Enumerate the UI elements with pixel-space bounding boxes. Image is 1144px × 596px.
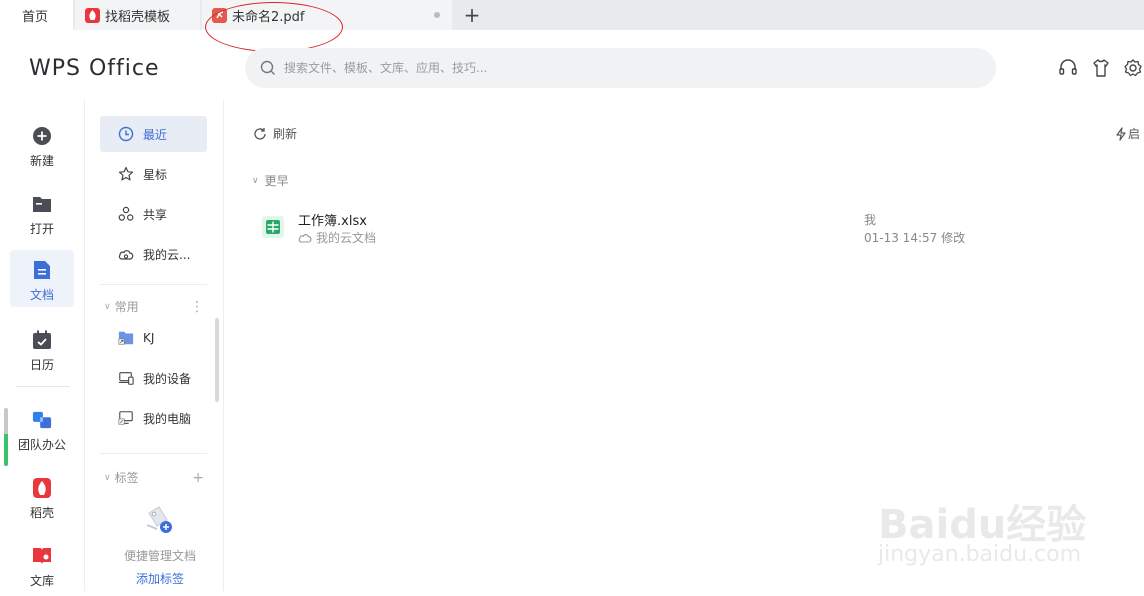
shortcut-folder-icon [118, 330, 134, 346]
add-tag-link[interactable]: 添加标签 [110, 570, 210, 587]
skin-shirt-icon[interactable] [1091, 58, 1111, 78]
nav-divider-line [84, 100, 85, 591]
nav-team-office[interactable]: 团队办公 [10, 400, 74, 460]
search-bar[interactable] [245, 48, 996, 88]
calendar-icon [32, 330, 52, 350]
common-section-header[interactable]: ∨ 常用 ⋮ [104, 298, 204, 315]
clock-icon [118, 126, 134, 142]
sub-shared-label: 共享 [143, 207, 168, 222]
refresh-icon [254, 127, 266, 140]
nav-team-office-label: 团队办公 [17, 438, 66, 452]
tab-bar: 首页 找稻壳模板 未命名2.pdf + [0, 0, 1144, 30]
tab-close-dot-icon[interactable] [434, 12, 440, 18]
tab-docer-label: 找稻壳模板 [105, 9, 171, 25]
lightning-icon [1116, 126, 1126, 141]
common-item-my-computer-label: 我的电脑 [143, 411, 192, 426]
tab-home[interactable]: 首页 [0, 0, 73, 30]
sub-shared[interactable]: 共享 [100, 196, 207, 232]
tab-docer-templates[interactable]: 找稻壳模板 [75, 0, 200, 30]
sub-divider [100, 284, 207, 285]
file-location-label: 我的云文档 [316, 231, 377, 245]
nav-scrollbar[interactable] [4, 408, 8, 466]
subnav-divider-line [223, 100, 224, 591]
common-item-kj[interactable]: KJ [100, 320, 207, 356]
nav-library[interactable]: 文库 [10, 536, 74, 596]
common-item-my-devices[interactable]: 我的设备 [100, 360, 207, 396]
sub-my-cloud[interactable]: 我的云... [100, 236, 207, 272]
library-book-icon [32, 546, 52, 566]
common-item-my-devices-label: 我的设备 [143, 371, 192, 386]
docer-shell-icon [32, 478, 52, 498]
search-icon [260, 60, 275, 75]
group-earlier-label: 更早 [264, 174, 289, 188]
nav-calendar[interactable]: 日历 [10, 320, 74, 380]
team-office-icon [32, 410, 52, 430]
computer-shortcut-icon [118, 410, 134, 426]
refresh-button[interactable]: 刷新 [253, 125, 297, 142]
nav-documents[interactable]: 文档 [10, 250, 74, 307]
group-header-earlier[interactable]: ∨ 更早 [252, 172, 289, 189]
refresh-label: 刷新 [273, 127, 298, 141]
tab-pdf-document[interactable]: 未命名2.pdf [202, 0, 452, 30]
plus-circle-icon [32, 126, 52, 146]
baidu-watermark: Baidu经验 jingyan.baidu.com [872, 490, 1092, 580]
nav-open[interactable]: 打开 [10, 184, 74, 244]
file-row[interactable]: 工作簿.xlsx 我的云文档 我 01-13 14:57 修改 [248, 204, 1138, 252]
tab-home-label: 首页 [22, 9, 49, 25]
quick-launch-label: 启 [1128, 127, 1141, 141]
cloud-icon [118, 246, 134, 262]
sub-divider [100, 453, 207, 454]
nav-divider [16, 386, 70, 387]
common-item-kj-label: KJ [143, 331, 155, 345]
sub-recent[interactable]: 最近 [100, 116, 207, 152]
spreadsheet-file-icon [262, 216, 284, 238]
nav-new[interactable]: 新建 [10, 116, 74, 176]
chevron-down-icon: ∨ [252, 175, 259, 186]
file-modified-time: 01-13 14:57 修改 [864, 231, 966, 245]
headset-icon[interactable] [1058, 58, 1078, 78]
file-owner: 我 [864, 213, 877, 227]
tags-header-label: 标签 [114, 471, 139, 485]
sub-recent-label: 最近 [143, 127, 168, 142]
add-tag-plus-icon[interactable]: + [192, 470, 204, 486]
tags-empty-state: 便捷管理文档 添加标签 [110, 505, 210, 587]
nav-calendar-label: 日历 [29, 358, 54, 372]
nav-open-label: 打开 [29, 222, 54, 236]
common-item-my-computer[interactable]: 我的电脑 [100, 400, 207, 436]
docer-icon [85, 7, 100, 23]
wps-logo: WPS Office [29, 56, 160, 81]
sub-starred-label: 星标 [143, 167, 168, 182]
sub-scrollbar[interactable] [215, 318, 219, 402]
tags-section-header[interactable]: ∨ 标签 + [104, 469, 204, 486]
nav-docer[interactable]: 稻壳 [10, 468, 74, 528]
sub-my-cloud-label: 我的云... [143, 247, 191, 262]
common-header-label: 常用 [114, 300, 139, 314]
pdf-icon [212, 7, 227, 23]
more-vertical-icon[interactable]: ⋮ [190, 299, 204, 315]
tab-pdf-label: 未命名2.pdf [232, 9, 305, 25]
new-tab-button[interactable]: + [462, 4, 482, 26]
watermark-site: jingyan.baidu.com [878, 542, 1082, 567]
star-icon [118, 166, 134, 182]
quick-launch-button[interactable]: 启 [1114, 125, 1140, 142]
chevron-down-icon: ∨ [104, 472, 111, 483]
file-location: 我的云文档 [298, 229, 376, 246]
folder-icon [32, 194, 52, 214]
nav-documents-label: 文档 [29, 288, 54, 302]
document-icon [32, 260, 52, 280]
cloud-small-icon [298, 234, 312, 243]
tags-empty-text: 便捷管理文档 [123, 549, 196, 563]
nav-new-label: 新建 [29, 154, 54, 168]
devices-icon [118, 370, 134, 386]
sub-starred[interactable]: 星标 [100, 156, 207, 192]
file-name[interactable]: 工作簿.xlsx [298, 210, 367, 229]
nav-docer-label: 稻壳 [29, 506, 54, 520]
share-nodes-icon [118, 206, 134, 222]
tag-illustration-icon [146, 506, 172, 533]
nav-library-label: 文库 [29, 574, 54, 588]
search-input[interactable] [284, 61, 884, 75]
chevron-down-icon: ∨ [104, 301, 111, 312]
settings-gear-icon[interactable] [1123, 58, 1143, 78]
